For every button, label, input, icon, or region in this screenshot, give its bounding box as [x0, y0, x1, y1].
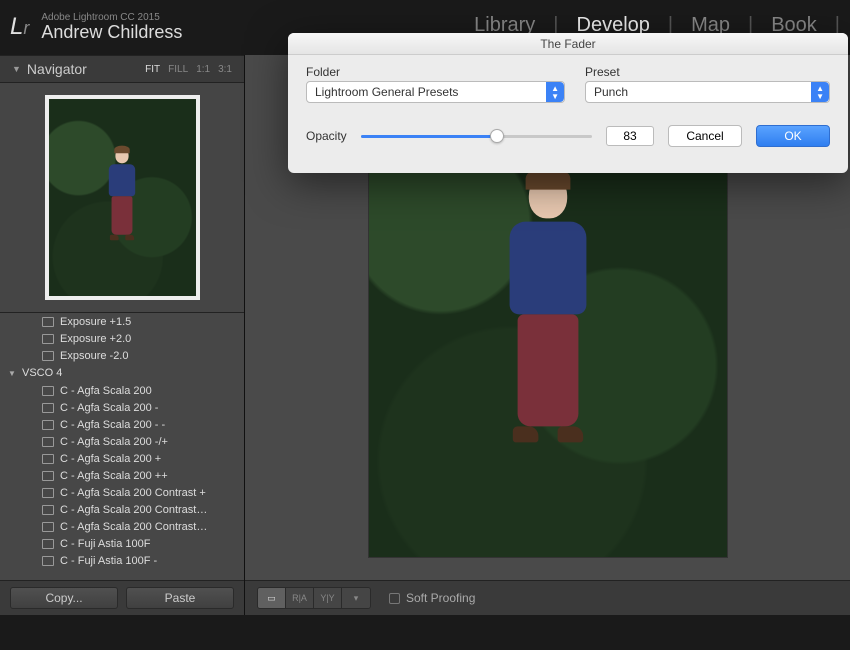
view-before-after-lr-icon[interactable]: R|A [286, 588, 314, 608]
preset-item[interactable]: Exposure +1.5 [0, 313, 244, 330]
dialog-title: The Fader [288, 33, 848, 55]
view-loupe-icon[interactable]: ▭ [258, 588, 286, 608]
preset-select-value: Punch [594, 85, 628, 99]
opacity-slider[interactable] [361, 128, 592, 144]
preset-item[interactable]: C - Fuji Astia 100F [0, 535, 244, 552]
preset-item[interactable]: C - Agfa Scala 200 Contrast… [0, 518, 244, 535]
preset-item[interactable]: C - Agfa Scala 200 - [0, 399, 244, 416]
navigator-header[interactable]: ▼ Navigator FIT FILL 1:1 3:1 [0, 55, 244, 83]
soft-proofing-label: Soft Proofing [406, 591, 475, 605]
preset-list: Exposure +1.5 Exposure +2.0 Expsoure -2.… [0, 313, 244, 580]
preset-item[interactable]: C - Agfa Scala 200 -/+ [0, 433, 244, 450]
preset-item[interactable]: C - Agfa Scala 200 ++ [0, 467, 244, 484]
view-before-after-tb-icon[interactable]: Y|Y [314, 588, 342, 608]
preset-item[interactable]: C - Agfa Scala 200 [0, 382, 244, 399]
soft-proofing-checkbox[interactable] [389, 593, 400, 604]
zoom-3-1[interactable]: 3:1 [218, 64, 232, 75]
folder-select-value: Lightroom General Presets [315, 85, 458, 99]
ok-button[interactable]: OK [756, 125, 830, 147]
copy-button[interactable]: Copy... [10, 587, 118, 609]
preset-item[interactable]: C - Agfa Scala 200 Contrast + [0, 484, 244, 501]
app-logo: Lr Adobe Lightroom CC 2015 Andrew Childr… [10, 12, 182, 43]
cancel-button[interactable]: Cancel [668, 125, 742, 147]
preset-item[interactable]: C - Agfa Scala 200 + [0, 450, 244, 467]
navigator-title: Navigator [27, 61, 87, 77]
navigator-thumbnail[interactable] [0, 83, 244, 313]
canvas-toolbar: ▭ R|A Y|Y ▾ Soft Proofing [245, 580, 850, 615]
fader-dialog: The Fader Folder Lightroom General Prese… [288, 33, 848, 173]
paste-button[interactable]: Paste [126, 587, 234, 609]
folder-select[interactable]: Lightroom General Presets ▲▼ [306, 81, 565, 103]
preset-item[interactable]: Exposure +2.0 [0, 330, 244, 347]
preset-label: Preset [585, 65, 830, 79]
opacity-input[interactable] [606, 126, 654, 146]
zoom-fill[interactable]: FILL [168, 64, 188, 75]
view-mode-toggle: ▭ R|A Y|Y ▾ [257, 587, 371, 609]
zoom-1-1[interactable]: 1:1 [196, 64, 210, 75]
preset-item[interactable]: C - Agfa Scala 200 - - [0, 416, 244, 433]
preset-item[interactable]: Expsoure -2.0 [0, 347, 244, 364]
disclosure-triangle-icon[interactable]: ▼ [12, 64, 21, 74]
opacity-label: Opacity [306, 129, 347, 143]
preset-folder[interactable]: VSCO 4 [0, 364, 244, 382]
preset-item[interactable]: C - Agfa Scala 200 Contrast… [0, 501, 244, 518]
select-arrows-icon: ▲▼ [816, 85, 824, 101]
folder-label: Folder [306, 65, 565, 79]
lr-logo-icon: Lr [10, 13, 29, 41]
preset-select[interactable]: Punch ▲▼ [585, 81, 830, 103]
zoom-fit[interactable]: FIT [145, 64, 160, 75]
app-user: Andrew Childress [41, 23, 182, 43]
view-dropdown-icon[interactable]: ▾ [342, 588, 370, 608]
select-arrows-icon: ▲▼ [551, 85, 559, 101]
left-panel: ▼ Navigator FIT FILL 1:1 3:1 Exposure +1… [0, 55, 245, 615]
preset-item[interactable]: C - Fuji Astia 100F - [0, 552, 244, 569]
